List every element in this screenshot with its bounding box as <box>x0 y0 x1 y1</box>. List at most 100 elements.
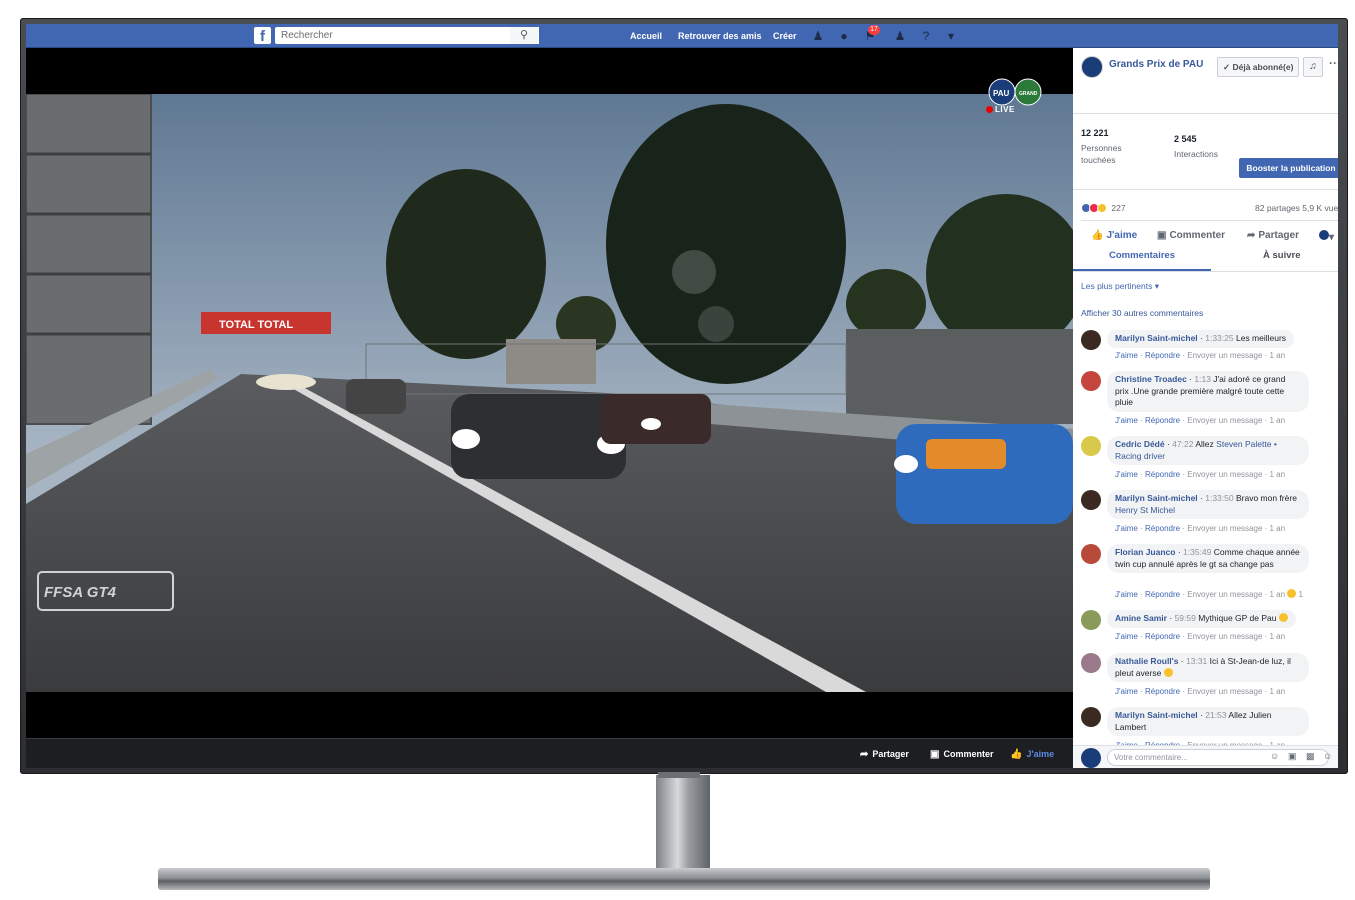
comment-like-link[interactable]: J'aime <box>1115 590 1138 599</box>
race-video-frame[interactable]: TOTAL TOTAL FFSA GT4 <box>26 94 1073 692</box>
tab-up-next[interactable]: À suivre <box>1263 249 1301 271</box>
send-message-link[interactable]: Envoyer un message <box>1187 524 1262 533</box>
comment-like-link[interactable]: J'aime <box>1115 351 1138 360</box>
reactions-summary[interactable]: 227 <box>1081 203 1126 213</box>
comment-actions: J'aime · Répondre · Envoyer un message ·… <box>1115 589 1303 599</box>
send-message-link[interactable]: Envoyer un message <box>1187 470 1262 479</box>
search-icon[interactable]: ⚲ <box>510 27 538 44</box>
pages-icon[interactable]: ♟ <box>892 28 908 44</box>
comment-author[interactable]: Florian Juanco <box>1115 547 1175 557</box>
send-message-link[interactable]: Envoyer un message <box>1187 590 1262 599</box>
comment-bubble: Nathalie Roull's · 13:31 Ici à St-Jean-d… <box>1107 653 1309 682</box>
comment-reply-link[interactable]: Répondre <box>1145 590 1180 599</box>
boost-post-button[interactable]: Booster la publication <box>1239 158 1338 178</box>
avatar <box>1081 748 1101 768</box>
comment-button[interactable]: ▣ Commenter <box>1157 230 1225 241</box>
video-like-button[interactable]: 👍 J'aime <box>1010 739 1054 768</box>
reach-label: Personnes touchées <box>1081 143 1122 165</box>
avatar[interactable] <box>1081 436 1101 456</box>
facebook-logo-icon[interactable]: f <box>254 27 271 44</box>
comment-icon: ▣ <box>930 749 940 760</box>
comment-bubble: Marilyn Saint-michel · 1:33:25 Les meill… <box>1107 330 1295 348</box>
svg-text:GRAND: GRAND <box>1019 91 1038 97</box>
comment-reply-link[interactable]: Répondre <box>1145 524 1180 533</box>
nav-find-friends[interactable]: Retrouver des amis <box>678 24 762 48</box>
friend-requests-icon[interactable]: ♟ <box>810 28 826 44</box>
gif-icon[interactable]: ▩ <box>1306 751 1315 762</box>
messenger-icon[interactable]: ● <box>836 28 852 44</box>
shares-views-count[interactable]: 82 partages 5,9 K vues <box>1255 203 1338 213</box>
avatar[interactable] <box>1081 544 1101 564</box>
comment-timestamp[interactable]: 1:35:49 <box>1183 547 1211 557</box>
tagged-user-link[interactable]: Henry St Michel <box>1115 505 1175 515</box>
comment-actions: J'aime · Répondre · Envoyer un message ·… <box>1115 351 1286 360</box>
avatar[interactable] <box>1081 371 1101 391</box>
comment-reply-link[interactable]: Répondre <box>1145 687 1180 696</box>
more-options-icon[interactable]: ··· <box>1329 56 1338 70</box>
send-message-link[interactable]: Envoyer un message <box>1187 632 1262 641</box>
tab-comments[interactable]: Commentaires <box>1073 249 1211 271</box>
comment-author[interactable]: Christine Troadec <box>1115 374 1187 384</box>
comment-like-link[interactable]: J'aime <box>1115 632 1138 641</box>
angry-reaction-icon[interactable] <box>1287 589 1297 598</box>
like-button[interactable]: 👍 J'aime <box>1091 230 1137 241</box>
comments-sort-dropdown[interactable]: Les plus pertinents ▾ <box>1081 281 1159 292</box>
live-badge: LIVE <box>986 105 1015 114</box>
comment-author[interactable]: Marilyn Saint-michel <box>1115 333 1198 343</box>
show-more-comments-link[interactable]: Afficher 30 autres commentaires <box>1081 308 1203 318</box>
help-icon[interactable]: ? <box>918 28 934 44</box>
comment-like-link[interactable]: J'aime <box>1115 470 1138 479</box>
comment-reply-link[interactable]: Répondre <box>1145 632 1180 641</box>
page-name-link[interactable]: Grands Prix de PAU <box>1109 58 1209 71</box>
comment-timestamp[interactable]: 47:22 <box>1172 439 1193 449</box>
search-input[interactable] <box>275 27 539 44</box>
sticker-icon[interactable]: ☺ <box>1323 751 1332 761</box>
interactions-value: 2 545 <box>1174 134 1197 144</box>
nav-create[interactable]: Créer <box>773 24 797 48</box>
video-player[interactable]: TOTAL TOTAL FFSA GT4 PAU GRAND LIVE ➦ Pa… <box>26 48 1073 768</box>
comment-reply-link[interactable]: Répondre <box>1145 416 1180 425</box>
account-menu-icon[interactable]: ▾ <box>943 28 959 44</box>
comment-timestamp[interactable]: 21:53 <box>1205 710 1226 720</box>
divider <box>1073 271 1338 272</box>
comment-author[interactable]: Amine Samir <box>1115 613 1167 623</box>
video-action-bar: ➦ Partager ▣ Commenter 👍 J'aime <box>26 738 1073 768</box>
svg-text:PAU: PAU <box>993 89 1010 98</box>
comment-text: Mythique GP de Pau <box>1198 613 1277 623</box>
emoji-picker-icon[interactable]: ☺ <box>1270 751 1279 761</box>
comment-author[interactable]: Cedric Dédé <box>1115 439 1165 449</box>
comment-timestamp[interactable]: 1:33:25 <box>1205 333 1233 343</box>
send-message-link[interactable]: Envoyer un message <box>1187 416 1262 425</box>
comment-timestamp[interactable]: 59:59 <box>1175 613 1196 623</box>
post-sidebar: Grands Prix de PAU ✓ Déjà abonné(e) ♫ ··… <box>1073 48 1338 768</box>
avatar[interactable] <box>1081 610 1101 630</box>
avatar[interactable] <box>1081 653 1101 673</box>
avatar[interactable] <box>1081 330 1101 350</box>
share-button[interactable]: ➦ Partager <box>1247 230 1299 241</box>
page-avatar[interactable] <box>1081 56 1103 78</box>
comment-timestamp[interactable]: 1:33:50 <box>1205 493 1233 503</box>
comment-like-link[interactable]: J'aime <box>1115 687 1138 696</box>
video-comment-button[interactable]: ▣ Commenter <box>930 739 993 768</box>
comment-author[interactable]: Marilyn Saint-michel <box>1115 710 1198 720</box>
comment-age: 1 an <box>1269 524 1286 533</box>
video-share-button[interactable]: ➦ Partager <box>860 739 909 768</box>
comment-like-link[interactable]: J'aime <box>1115 416 1138 425</box>
avatar[interactable] <box>1081 490 1101 510</box>
post-as-selector[interactable]: ▾ <box>1319 230 1334 243</box>
comment-author[interactable]: Nathalie Roull's <box>1115 656 1178 666</box>
comment-reply-link[interactable]: Répondre <box>1145 351 1180 360</box>
bell-icon[interactable]: ♫ <box>1303 57 1323 77</box>
comment-timestamp[interactable]: 1:13 <box>1194 374 1211 384</box>
nav-home[interactable]: Accueil <box>630 24 662 48</box>
comment-like-link[interactable]: J'aime <box>1115 524 1138 533</box>
comment-author[interactable]: Marilyn Saint-michel <box>1115 493 1198 503</box>
comment-reply-link[interactable]: Répondre <box>1145 470 1180 479</box>
comment-timestamp[interactable]: 13:31 <box>1186 656 1207 666</box>
subscribed-button[interactable]: ✓ Déjà abonné(e) <box>1217 57 1300 77</box>
avatar[interactable] <box>1081 707 1101 727</box>
tv-stand-neck <box>656 775 710 871</box>
camera-icon[interactable]: ▣ <box>1288 751 1297 762</box>
send-message-link[interactable]: Envoyer un message <box>1187 687 1262 696</box>
send-message-link[interactable]: Envoyer un message <box>1187 351 1262 360</box>
